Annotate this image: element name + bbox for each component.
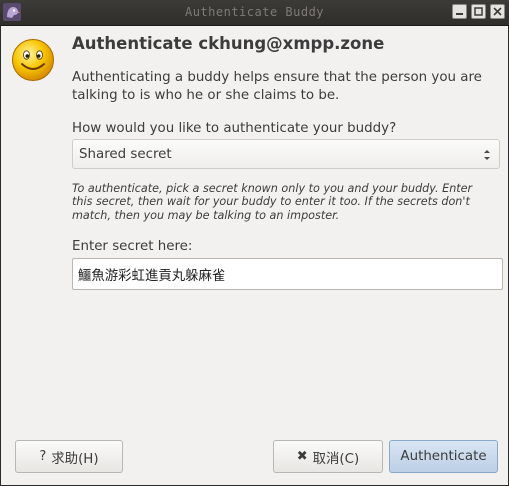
cancel-icon: ✖ (296, 449, 308, 464)
auth-method-select[interactable]: Shared secret (72, 139, 500, 169)
auth-hint-text: To authenticate, pick a secret known onl… (72, 182, 473, 222)
maximize-icon (474, 7, 483, 16)
minimize-icon (456, 13, 463, 15)
smiley-face-icon (12, 39, 54, 81)
dialog-description: Authenticating a buddy helps ensure that… (72, 70, 482, 103)
secret-label: Enter secret here: (72, 239, 193, 254)
title-bar[interactable]: Authenticate Buddy (0, 0, 509, 26)
auth-method-value: Shared secret (79, 147, 172, 162)
help-icon: ? (39, 449, 47, 464)
close-icon (493, 7, 502, 16)
cancel-button-label: 取消(C) (312, 451, 360, 467)
auth-method-label: How would you like to authenticate your … (72, 121, 397, 136)
minimize-button[interactable] (452, 4, 467, 19)
authenticate-button[interactable]: Authenticate (389, 440, 498, 473)
secret-input[interactable] (72, 258, 503, 290)
window-title: Authenticate Buddy (184, 5, 325, 19)
cancel-button[interactable]: ✖ 取消(C) (273, 440, 383, 473)
help-button[interactable]: ? 求助(H) (15, 440, 123, 473)
up-down-arrows-icon (484, 150, 490, 160)
maximize-button[interactable] (471, 4, 486, 19)
close-button[interactable] (490, 4, 505, 19)
dialog-body: Authenticate ckhung@xmpp.zone Authentica… (1, 26, 508, 485)
authenticate-button-label: Authenticate (400, 449, 487, 464)
help-button-label: 求助(H) (51, 451, 99, 467)
dialog-heading: Authenticate ckhung@xmpp.zone (72, 34, 385, 53)
